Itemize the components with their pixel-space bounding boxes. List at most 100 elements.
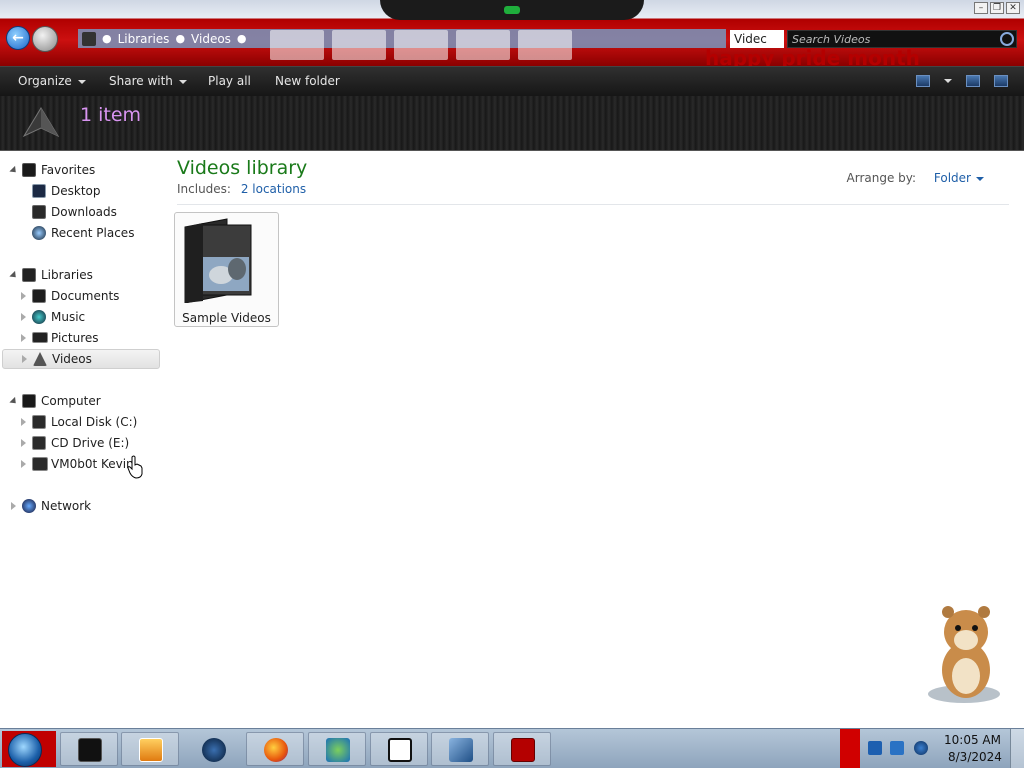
share-with-button[interactable]: Share with: [109, 74, 187, 88]
clock-time[interactable]: 10:05 AM: [944, 733, 1001, 747]
hamster-mascot-icon: [928, 606, 1000, 703]
forward-button[interactable]: [32, 26, 58, 52]
chevron-down-icon: [77, 79, 86, 84]
nav-network[interactable]: Network: [0, 496, 158, 516]
network-icon[interactable]: [890, 741, 904, 755]
chevron-down-icon: [976, 176, 984, 181]
virtualbox-icon: [449, 738, 473, 762]
chevron-down-icon[interactable]: [944, 79, 952, 83]
hard-drive-icon: [32, 415, 46, 429]
pictures-icon: [32, 332, 48, 343]
change-view-icon[interactable]: [916, 75, 930, 87]
nav-item-desktop[interactable]: Desktop: [0, 181, 158, 201]
show-desktop-button[interactable]: [1010, 729, 1024, 768]
breadcrumb-libraries[interactable]: Libraries: [118, 32, 170, 46]
7zip-icon: [394, 30, 448, 60]
taskbar-messenger[interactable]: [308, 732, 366, 766]
expand-icon[interactable]: [21, 313, 26, 321]
expand-icon[interactable]: [21, 334, 26, 342]
taskbar-globe[interactable]: [184, 732, 242, 766]
notch-indicator: [504, 6, 520, 14]
collapse-icon[interactable]: [9, 165, 19, 176]
breadcrumb-videos[interactable]: Videos: [191, 32, 231, 46]
clock-date[interactable]: 8/3/2024: [948, 750, 1002, 764]
messenger-icon: [332, 30, 386, 60]
expand-icon[interactable]: [21, 439, 26, 447]
banner-text: happy pride month: [705, 46, 920, 66]
nav-favorites[interactable]: Favorites: [0, 160, 158, 180]
nav-label: Downloads: [51, 205, 117, 219]
expand-icon[interactable]: [21, 292, 26, 300]
nav-label: Libraries: [41, 268, 93, 282]
breadcrumb-separator-icon[interactable]: ●: [175, 32, 185, 45]
cd-drive-icon: [32, 436, 46, 450]
video-folder-icon: [184, 218, 252, 303]
breadcrumb-separator-icon[interactable]: ●: [102, 32, 112, 45]
close-button[interactable]: ✕: [1006, 2, 1020, 14]
organize-label: Organize: [18, 74, 72, 88]
window-controls: – ❐ ✕: [974, 2, 1020, 14]
tray-app-icon[interactable]: [868, 741, 882, 755]
expand-icon[interactable]: [11, 502, 16, 510]
play-all-button[interactable]: Play all: [208, 74, 251, 88]
expand-icon[interactable]: [21, 460, 26, 468]
collapse-icon[interactable]: [9, 270, 19, 281]
firefox-icon: [264, 738, 288, 762]
arrange-by: Arrange by: Folder: [847, 171, 984, 185]
system-tray: 10:05 AM 8/3/2024: [840, 729, 1024, 768]
chevron-down-icon: [178, 79, 187, 84]
nav-label: Local Disk (C:): [51, 415, 138, 429]
recent-places-icon: [32, 226, 46, 240]
folder-label: Sample Videos: [182, 311, 271, 325]
library-includes: Includes: 2 locations: [177, 182, 306, 196]
back-button[interactable]: ←: [6, 26, 30, 50]
taskbar-virtualbox[interactable]: [431, 732, 489, 766]
computer-icon: [22, 394, 36, 408]
taskbar-explorer[interactable]: [60, 732, 118, 766]
details-pane: 1 item: [0, 96, 1024, 151]
nav-label: Documents: [51, 289, 120, 303]
search-icon[interactable]: [1000, 32, 1014, 46]
nav-libraries[interactable]: Libraries: [0, 265, 158, 285]
nav-item-cd-drive[interactable]: CD Drive (E:): [0, 433, 158, 453]
collapse-icon[interactable]: [9, 396, 19, 407]
nav-item-documents[interactable]: Documents: [0, 286, 158, 306]
nav-item-recent-places[interactable]: Recent Places: [0, 223, 158, 243]
taskbar-dos[interactable]: [493, 732, 551, 766]
nav-item-downloads[interactable]: Downloads: [0, 202, 158, 222]
taskbar-media-player[interactable]: [121, 732, 179, 766]
windows-orb-icon: [8, 733, 42, 767]
organize-button[interactable]: Organize: [18, 74, 86, 88]
minimize-button[interactable]: –: [974, 2, 988, 14]
new-folder-button[interactable]: New folder: [275, 74, 340, 88]
share-with-label: Share with: [109, 74, 173, 88]
command-bar: Organize Share with Play all New folder: [0, 66, 1024, 96]
view-buttons: [916, 75, 1008, 87]
taskbar-firefox[interactable]: [246, 732, 304, 766]
nav-item-music[interactable]: Music: [0, 307, 158, 327]
help-icon[interactable]: [994, 75, 1008, 87]
start-button[interactable]: [2, 731, 56, 767]
locations-link[interactable]: 2 locations: [241, 182, 306, 196]
nav-item-local-disk[interactable]: Local Disk (C:): [0, 412, 158, 432]
taskbar: 10:05 AM 8/3/2024: [0, 728, 1024, 768]
nav-item-pictures[interactable]: Pictures: [0, 328, 158, 348]
volume-icon[interactable]: [914, 741, 928, 755]
nav-label: Network: [41, 499, 92, 513]
restore-button[interactable]: ❐: [990, 2, 1004, 14]
nav-label: VM0b0t Kevin: [51, 457, 134, 471]
folder-item[interactable]: Sample Videos: [174, 212, 279, 327]
downloads-icon: [32, 205, 46, 219]
nav-computer[interactable]: Computer: [0, 391, 158, 411]
nav-item-videos[interactable]: Videos: [2, 349, 160, 369]
documents-icon: [32, 289, 46, 303]
preview-pane-icon[interactable]: [966, 75, 980, 87]
taskbar-7zip[interactable]: [370, 732, 428, 766]
navigation-pane: Favorites Desktop Downloads Recent Place…: [0, 151, 164, 728]
arrange-dropdown[interactable]: Folder: [934, 171, 984, 185]
music-icon: [32, 310, 46, 324]
explorer-icon: [78, 738, 102, 762]
expand-icon[interactable]: [21, 418, 26, 426]
expand-icon[interactable]: [22, 355, 27, 363]
breadcrumb-separator-icon[interactable]: ●: [237, 32, 247, 45]
